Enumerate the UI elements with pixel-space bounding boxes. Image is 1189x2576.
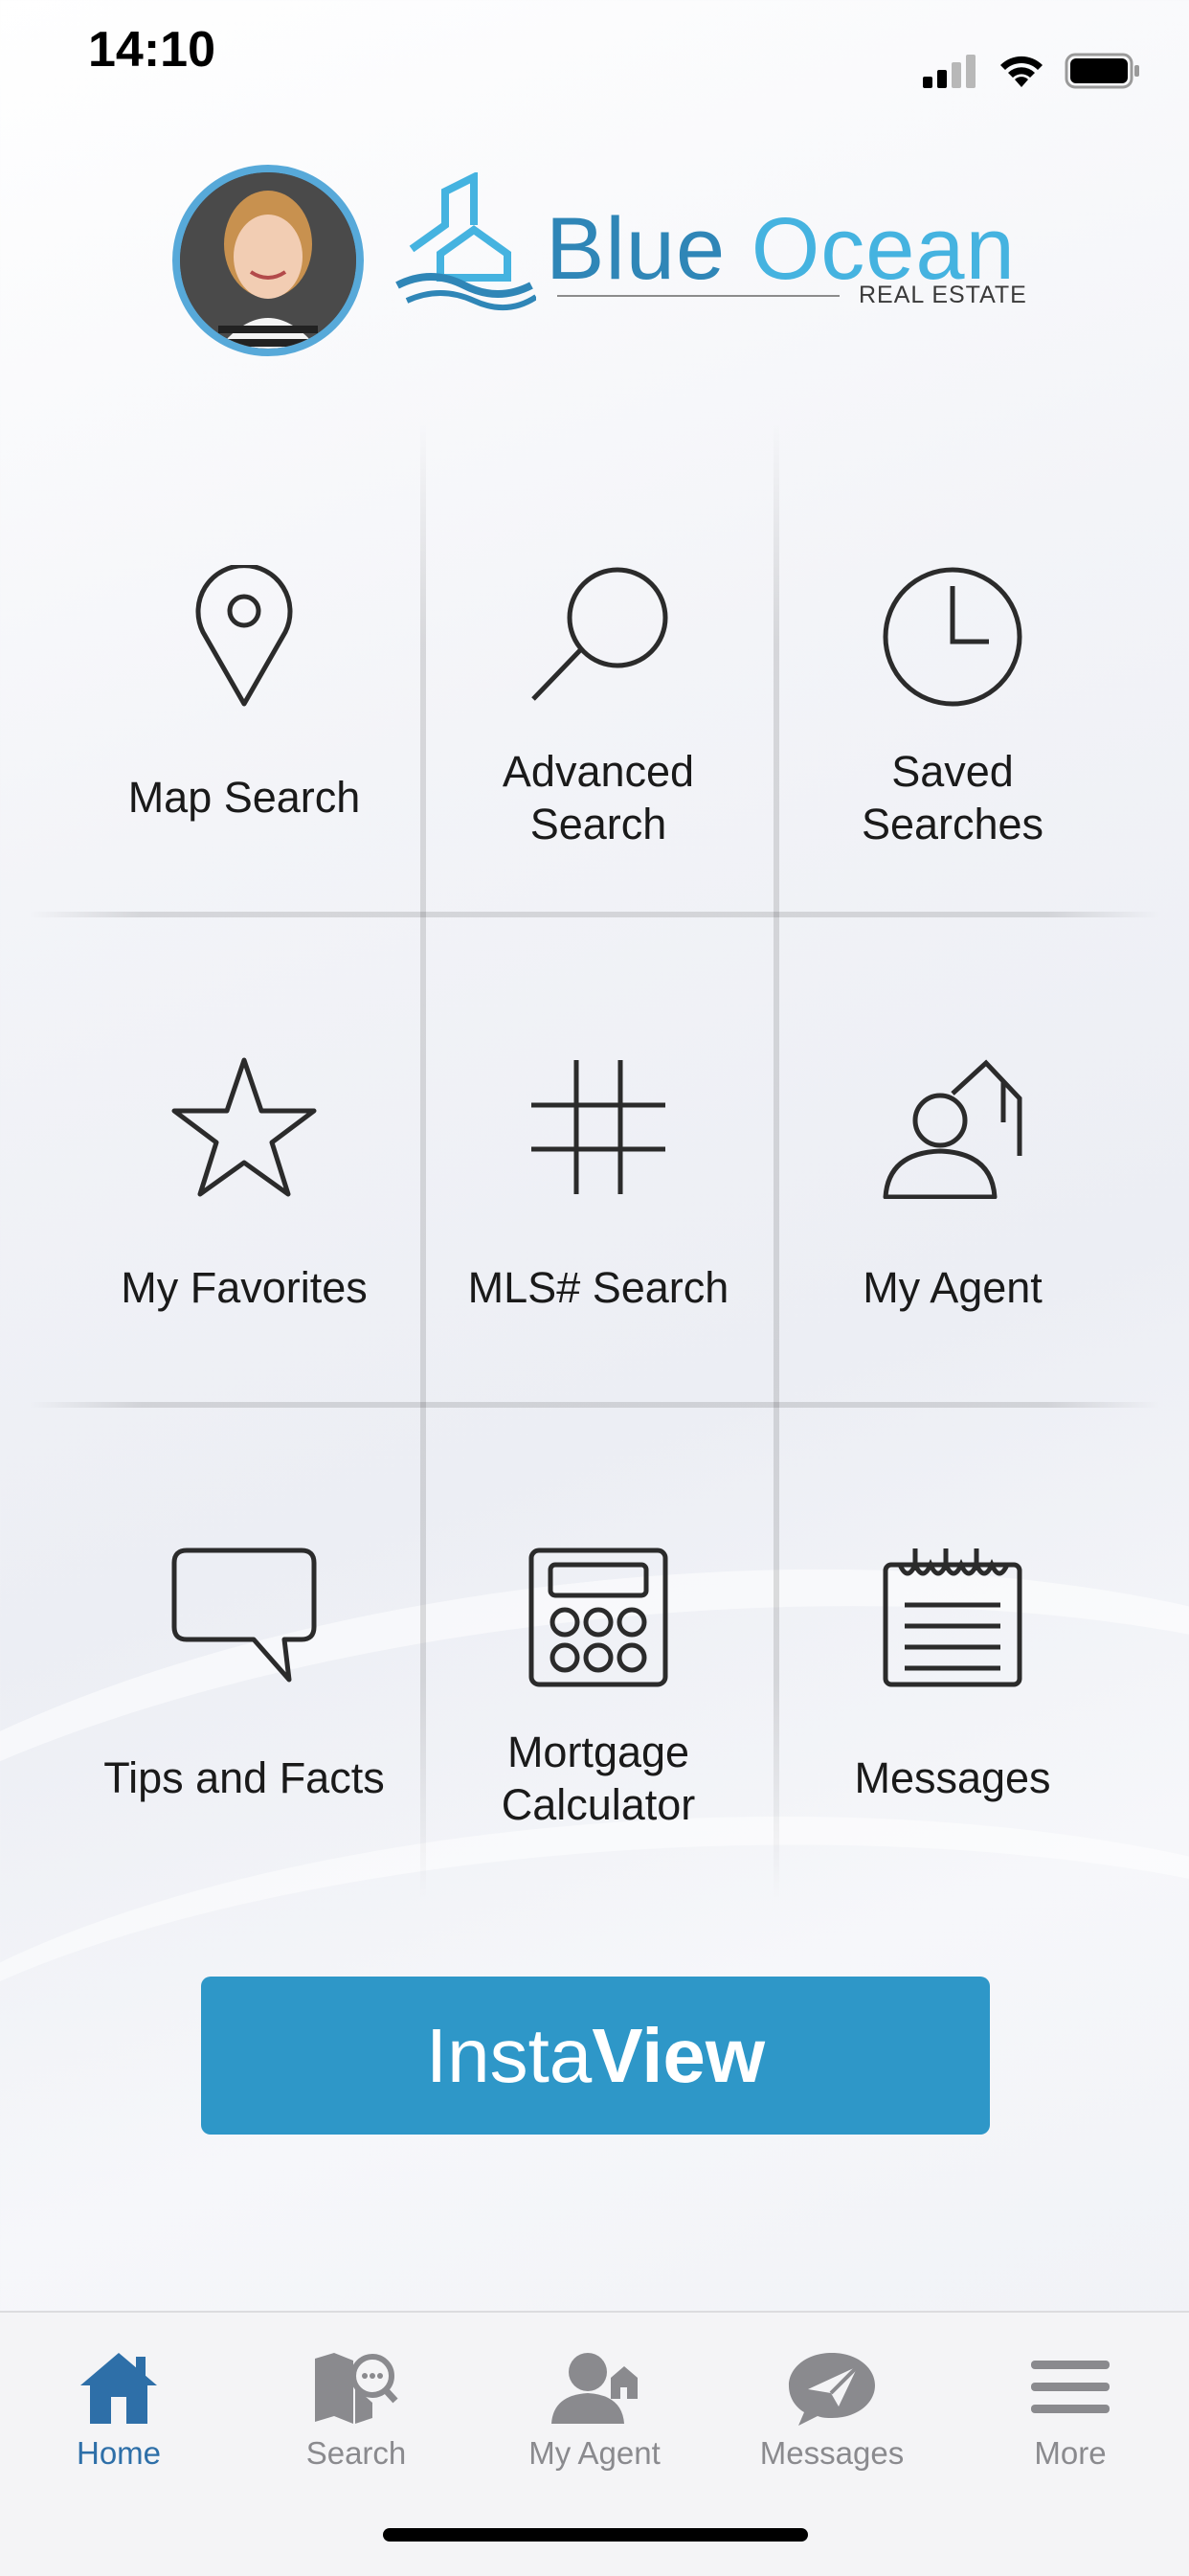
- logo-word-blue: Blue: [546, 200, 727, 298]
- messages-icon: [789, 2353, 875, 2426]
- home-indicator: [383, 2528, 808, 2542]
- search-map-icon: [315, 2353, 398, 2424]
- instaview-button[interactable]: InstaView: [201, 1977, 990, 2135]
- mls-search-button[interactable]: MLS# Search: [421, 912, 775, 1400]
- clock-icon: [883, 567, 1022, 707]
- mortgage-calculator-button[interactable]: Mortgage Calculator: [421, 1402, 775, 1890]
- logo-divider: [557, 295, 840, 297]
- blue-ocean-logo: Blue Ocean REAL ESTATE: [393, 172, 1034, 326]
- home-icon: [80, 2353, 157, 2424]
- tab-home[interactable]: Home: [0, 2332, 237, 2485]
- feature-grid: Map Search Advanced Search Saved Searche…: [29, 421, 1160, 1901]
- agent-photo: [180, 172, 356, 349]
- tab-messages-label: Messages: [759, 2435, 905, 2471]
- map-search-label: Map Search: [127, 773, 361, 822]
- speech-bubble-icon: [171, 1548, 317, 1683]
- status-time: 14:10: [88, 22, 215, 78]
- advanced-search-label-2: Search: [529, 800, 667, 848]
- tab-search[interactable]: Search: [237, 2332, 475, 2485]
- agent-icon: [551, 2353, 638, 2424]
- agent-house-icon: [883, 1059, 1022, 1199]
- tab-more-label: More: [1034, 2435, 1107, 2471]
- map-pin-icon: [195, 565, 293, 707]
- my-agent-label: My Agent: [863, 1263, 1043, 1312]
- battery-icon: [1065, 53, 1139, 89]
- mortgage-calculator-label-1: Mortgage: [506, 1728, 690, 1776]
- status-icons: [921, 53, 1141, 89]
- tab-my-agent-label: My Agent: [528, 2435, 661, 2471]
- tab-messages[interactable]: Messages: [713, 2332, 951, 2485]
- mls-search-label: MLS# Search: [467, 1263, 729, 1312]
- tab-search-label: Search: [305, 2435, 407, 2471]
- advanced-search-button[interactable]: Advanced Search: [421, 421, 775, 910]
- logo-subtitle: REAL ESTATE: [859, 282, 1027, 308]
- tab-my-agent[interactable]: My Agent: [476, 2332, 713, 2485]
- cellular-signal-icon: [923, 55, 976, 88]
- saved-searches-label-2: Searches: [861, 800, 1044, 848]
- notepad-icon: [883, 1548, 1022, 1687]
- agent-avatar[interactable]: [172, 165, 364, 356]
- messages-button[interactable]: Messages: [775, 1402, 1130, 1890]
- messages-label: Messages: [854, 1753, 1051, 1802]
- magnifier-icon: [531, 567, 668, 701]
- tab-more[interactable]: More: [952, 2332, 1189, 2485]
- tips-and-facts-button[interactable]: Tips and Facts: [67, 1402, 421, 1890]
- advanced-search-label-1: Advanced: [502, 747, 695, 796]
- tab-home-label: Home: [76, 2435, 162, 2471]
- calculator-icon: [528, 1548, 668, 1687]
- star-icon: [171, 1057, 317, 1197]
- map-search-button[interactable]: Map Search: [67, 421, 421, 910]
- mortgage-calculator-label-2: Calculator: [501, 1780, 696, 1829]
- my-favorites-button[interactable]: My Favorites: [67, 912, 421, 1400]
- house-wave-logo-icon: [395, 172, 536, 311]
- menu-icon: [1031, 2361, 1110, 2413]
- saved-searches-label-1: Saved: [891, 747, 1014, 796]
- instaview-label-view: View: [592, 2013, 766, 2098]
- my-agent-button[interactable]: My Agent: [775, 912, 1130, 1400]
- wifi-icon: [1000, 56, 1043, 87]
- hash-icon: [531, 1060, 665, 1194]
- tips-and-facts-label: Tips and Facts: [103, 1753, 385, 1802]
- my-favorites-label: My Favorites: [121, 1263, 368, 1312]
- saved-searches-button[interactable]: Saved Searches: [775, 421, 1130, 910]
- instaview-label-insta: Insta: [425, 2013, 593, 2098]
